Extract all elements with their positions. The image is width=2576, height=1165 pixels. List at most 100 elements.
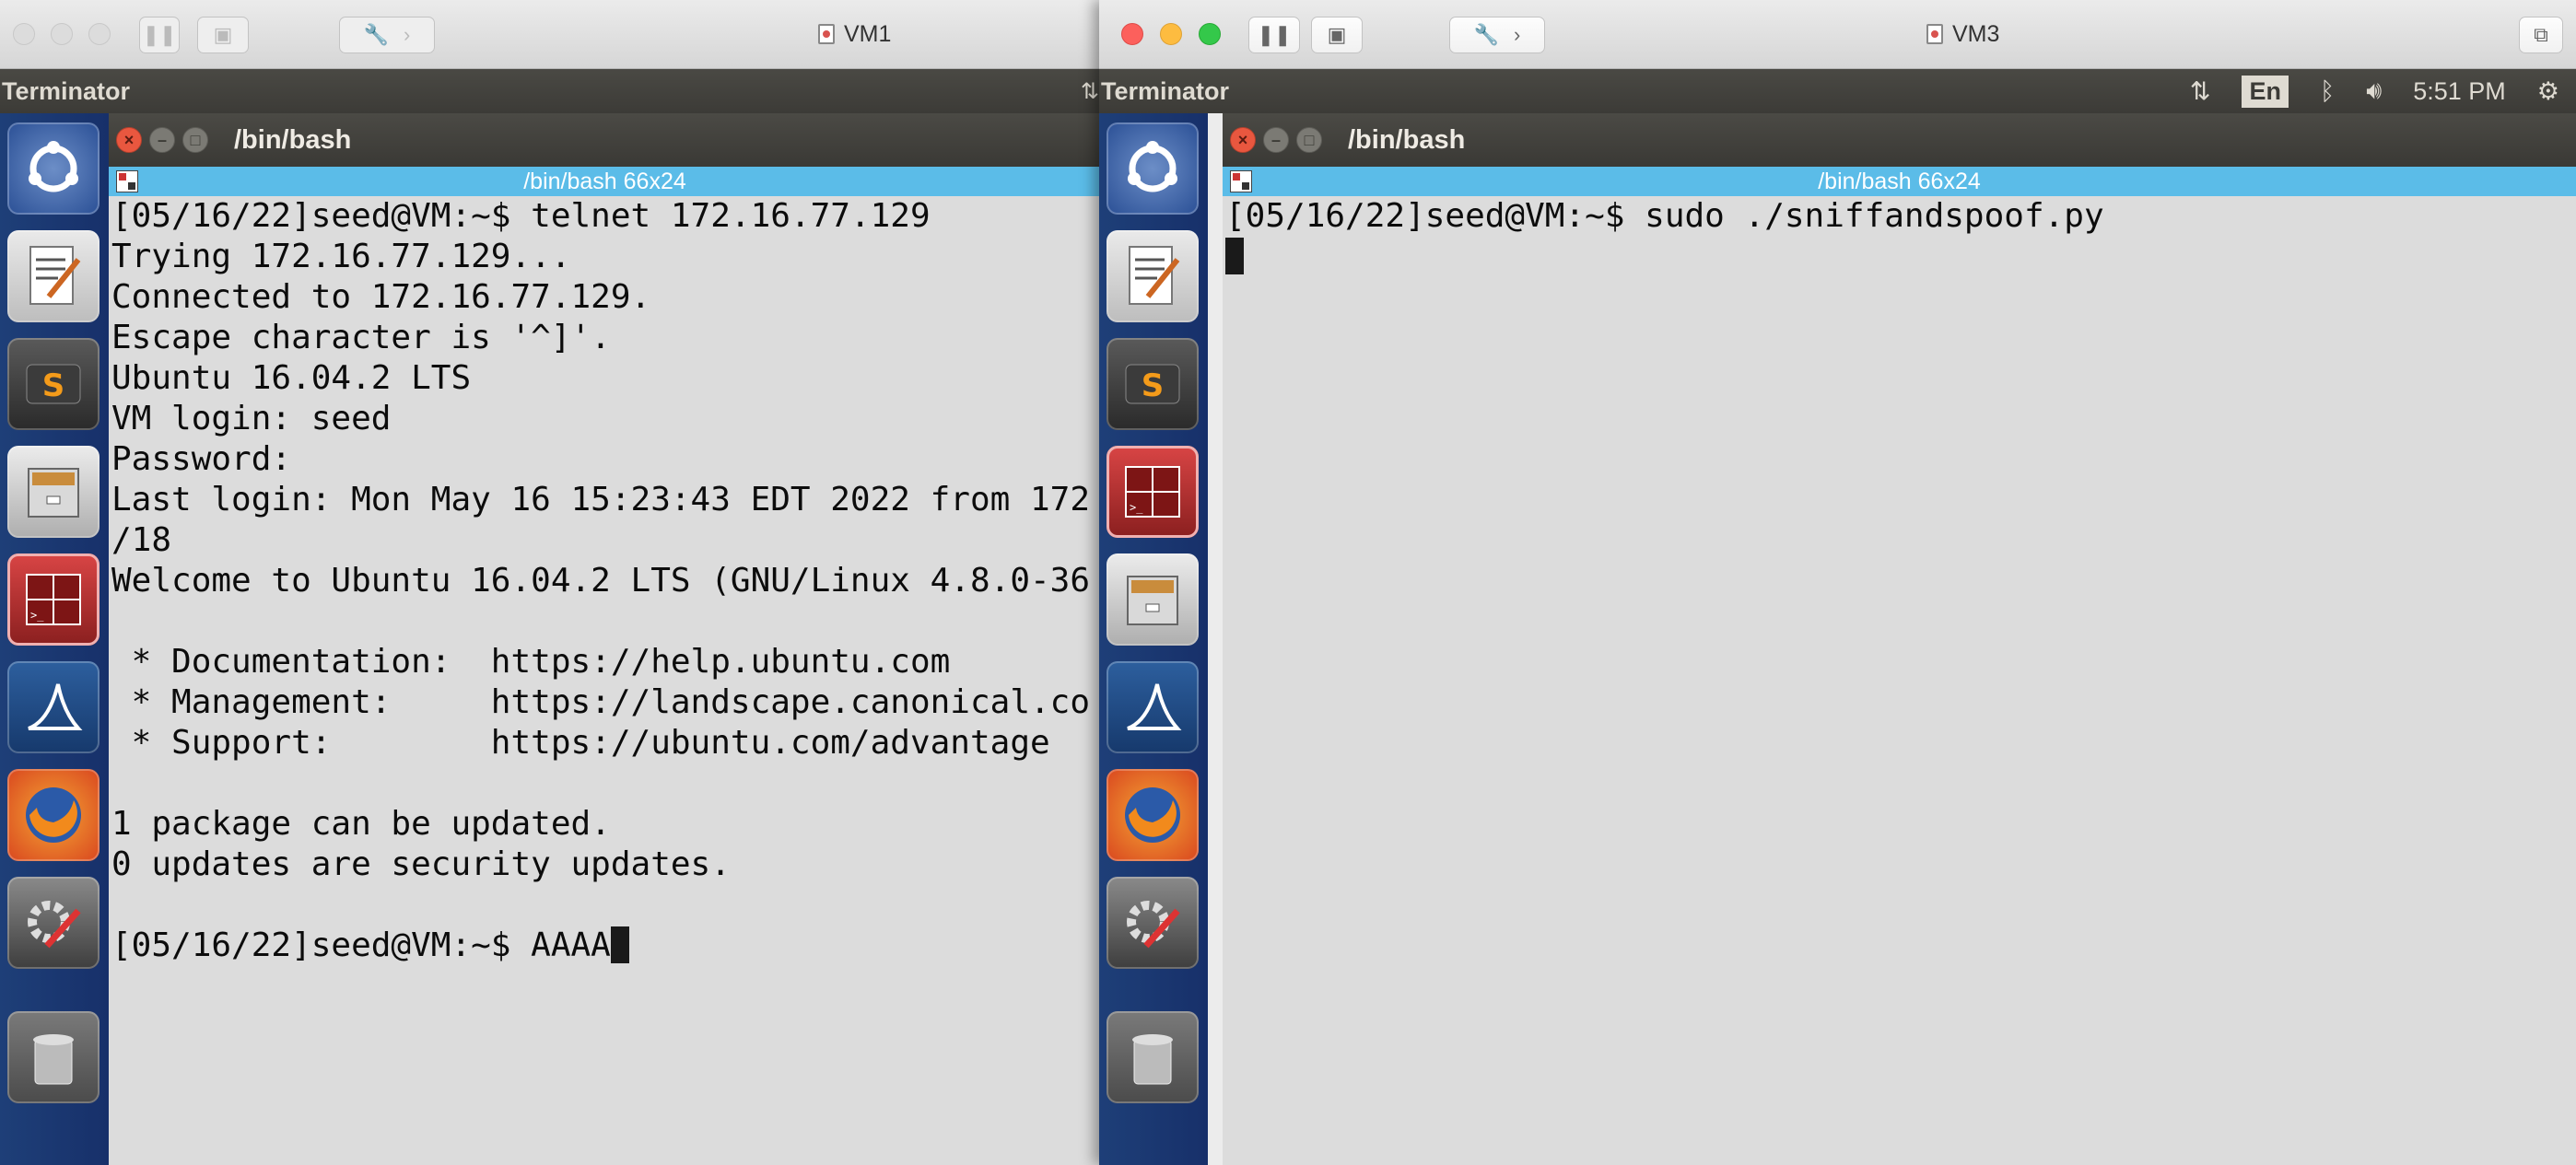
snapshot-button[interactable]: ▣ (1311, 17, 1363, 53)
terminal-line: * Management: https://landscape.canonica… (111, 683, 1091, 721)
sublime-icon[interactable]: S (7, 338, 100, 430)
wrench-icon: 🔧 (363, 23, 390, 46)
pause-vm-button[interactable]: ❚❚ (1248, 17, 1300, 53)
vm3-terminal-tabbar[interactable]: /bin/bash 66x24 (1223, 167, 2576, 196)
vm1-ubuntu-topbar: Terminator ⇅ (0, 69, 1101, 113)
vm3-title: VM3 (1926, 0, 1999, 68)
terminal-line: Welcome to Ubuntu 16.04.2 LTS (GNU/Linux… (111, 562, 1091, 600)
firefox-icon[interactable] (7, 769, 100, 861)
system-settings-icon[interactable] (7, 877, 100, 969)
vm3-window: ❚❚ ▣ 🔧 › VM3 ⧉ Terminator ⇅ En ᛒ 🔊︎ 5:51 … (1099, 0, 2576, 1165)
vm3-ubuntu-topbar: Terminator ⇅ En ᛒ 🔊︎ 5:51 PM ⚙ (1099, 69, 2576, 113)
vm3-active-app-name: Terminator (1101, 76, 1230, 105)
volume-icon[interactable]: 🔊︎ (2366, 76, 2382, 106)
chevron-right-icon: › (404, 23, 411, 46)
sublime-icon[interactable]: S (1107, 338, 1199, 430)
vm3-terminal-title: /bin/bash (1348, 124, 1466, 155)
ubuntu-dash-icon[interactable] (7, 122, 100, 215)
pause-icon: ❚❚ (1257, 23, 1292, 46)
network-icon[interactable]: ⇅ (1081, 78, 1099, 105)
text-editor-icon[interactable] (1107, 230, 1199, 322)
snapshot-button[interactable]: ▣ (197, 17, 249, 53)
terminal-line: Password: (111, 440, 292, 478)
wireshark-icon[interactable] (1107, 661, 1199, 753)
terminal-line: VM login: seed (111, 400, 392, 437)
terminal-line: Escape character is '^]'. (111, 319, 611, 356)
wireshark-icon[interactable] (7, 661, 100, 753)
vm3-terminal-titlebar: × – □ /bin/bash (1223, 113, 2576, 167)
svg-text:S: S (1142, 367, 1165, 404)
ubuntu-dash-icon[interactable] (1107, 122, 1199, 215)
vm3-launcher: S >_ (1099, 113, 1208, 1165)
clock[interactable]: 5:51 PM (2413, 77, 2506, 106)
vm1-title-text: VM1 (844, 20, 892, 47)
close-window-button[interactable] (1121, 23, 1143, 45)
settings-button[interactable]: 🔧 › (1449, 17, 1545, 53)
terminal-line: [05/16/22]seed@VM:~$ sudo ./sniffandspoo… (1225, 197, 2104, 235)
minimize-window-button[interactable] (1160, 23, 1182, 45)
vm1-terminal-body[interactable]: [05/16/22]seed@VM:~$ telnet 172.16.77.12… (109, 196, 1101, 1165)
terminal-minimize-button[interactable]: – (1263, 127, 1289, 153)
snapshot-icon: ▣ (213, 23, 233, 46)
vm1-window: ❚❚ ▣ 🔧 › VM1 Terminator ⇅ S >_ × – □ /bi… (0, 0, 1101, 1165)
firefox-icon[interactable] (1107, 769, 1199, 861)
terminal-minimize-button[interactable]: – (149, 127, 175, 153)
terminator-icon[interactable]: >_ (7, 553, 100, 646)
vm1-screen: Terminator ⇅ S >_ × – □ /bin/bash /bin/b… (0, 69, 1101, 1165)
terminator-icon[interactable]: >_ (1107, 446, 1199, 538)
terminal-prompt-line: [05/16/22]seed@VM:~$ AAAA (109, 926, 1101, 966)
gear-icon[interactable]: ⚙ (2537, 77, 2559, 106)
vm1-title: VM1 (818, 0, 891, 68)
snapshot-icon: ▣ (1327, 23, 1347, 46)
vm3-terminal-body[interactable]: [05/16/22]seed@VM:~$ sudo ./sniffandspoo… (1223, 196, 2576, 1165)
terminal-close-button[interactable]: × (116, 127, 142, 153)
system-tray: ⇅ En ᛒ 🔊︎ 5:51 PM ⚙ (2190, 69, 2576, 113)
terminal-close-button[interactable]: × (1230, 127, 1256, 153)
file-cabinet-icon[interactable] (7, 446, 100, 538)
system-settings-icon[interactable] (1107, 877, 1199, 969)
zoom-window-button[interactable] (88, 23, 111, 45)
terminal-line: /18 (111, 521, 172, 559)
vm1-terminal-title: /bin/bash (234, 124, 352, 155)
terminal-prompt-text: [05/16/22]seed@VM:~$ AAAA (111, 926, 611, 964)
terminal-line: Last login: Mon May 16 15:23:43 EDT 2022… (111, 481, 1091, 518)
keyboard-layout-indicator[interactable]: En (2242, 75, 2289, 108)
fullscreen-button[interactable]: ⧉ (2519, 17, 2563, 53)
vm-document-icon (818, 24, 835, 44)
trash-icon[interactable] (1107, 1011, 1199, 1103)
vm1-terminal-window[interactable]: × – □ /bin/bash /bin/bash 66x24 [05/16/2… (109, 113, 1101, 1165)
settings-button[interactable]: 🔧 › (339, 17, 435, 53)
terminal-line: * Documentation: https://help.ubuntu.com (111, 643, 951, 681)
text-editor-icon[interactable] (7, 230, 100, 322)
close-window-button[interactable] (13, 23, 35, 45)
minimize-window-button[interactable] (51, 23, 73, 45)
terminal-line: Connected to 172.16.77.129. (111, 278, 651, 316)
fullscreen-icon: ⧉ (2534, 23, 2548, 46)
pause-vm-button[interactable]: ❚❚ (139, 17, 180, 53)
svg-text:>_: >_ (30, 609, 44, 622)
vm1-terminal-tabbar[interactable]: /bin/bash 66x24 (109, 167, 1101, 196)
terminal-cursor (1225, 238, 1244, 274)
vm1-titlebar: ❚❚ ▣ 🔧 › VM1 (0, 0, 1101, 69)
terminal-line: 0 updates are security updates. (111, 845, 731, 883)
terminal-cursor (610, 926, 629, 963)
vm3-terminal-window[interactable]: × – □ /bin/bash /bin/bash 66x24 [05/16/2… (1223, 113, 2576, 1165)
terminal-grid-icon[interactable] (1230, 170, 1252, 192)
vm1-active-app-name: Terminator (2, 76, 131, 105)
terminal-maximize-button[interactable]: □ (182, 127, 208, 153)
bluetooth-icon[interactable]: ᛒ (2320, 77, 2335, 106)
vm1-tab-label: /bin/bash 66x24 (523, 168, 686, 194)
terminal-cursor-line (1223, 237, 2576, 277)
terminal-line: [05/16/22]seed@VM:~$ telnet 172.16.77.12… (111, 197, 931, 235)
trash-icon[interactable] (7, 1011, 100, 1103)
file-cabinet-icon[interactable] (1107, 553, 1199, 646)
vm3-screen: Terminator ⇅ En ᛒ 🔊︎ 5:51 PM ⚙ S >_ × – … (1099, 69, 2576, 1165)
terminal-grid-icon[interactable] (116, 170, 138, 192)
terminal-maximize-button[interactable]: □ (1296, 127, 1322, 153)
network-icon[interactable]: ⇅ (2190, 77, 2211, 106)
zoom-window-button[interactable] (1199, 23, 1221, 45)
svg-text:S: S (42, 367, 65, 404)
